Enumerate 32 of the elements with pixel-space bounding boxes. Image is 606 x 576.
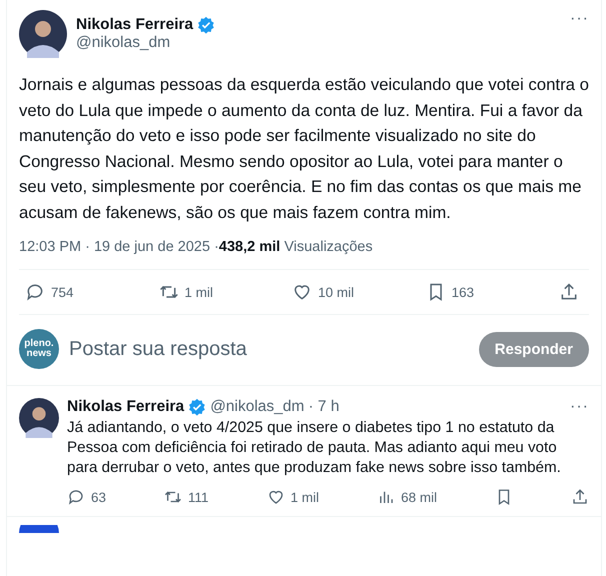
author-name[interactable]: Nikolas Ferreira bbox=[76, 16, 194, 34]
reply-icon[interactable] bbox=[67, 488, 85, 506]
action-count: 10 mil bbox=[318, 284, 354, 300]
post-timestamp[interactable]: 12:03 PM · 19 de jun de 2025 · bbox=[19, 239, 219, 255]
avatar-icon[interactable] bbox=[19, 398, 59, 438]
action-count: 754 bbox=[51, 284, 74, 300]
post-age[interactable]: · 7 h bbox=[308, 398, 340, 416]
action-count: 68 mil bbox=[400, 490, 437, 504]
reply-field[interactable]: Postar sua resposta bbox=[69, 338, 469, 360]
post-text: Jornais e algumas pessoas da esquerda estão veiculando que votei contra o veto do Lula que impede o aumento da conta de luz. Mentira. Fui a favor da manutenção do veto e isso pode ser facilmente visualizado no site do Congresso Nacional. Mesmo sendo opositor ao Lula, votei para manter o seu veto, simplesmente por coerência. E no fim das contas os que mais me acusam de fakenews, são os que mais fazem contra mim. bbox=[19, 74, 589, 224]
action-count: 163 bbox=[452, 284, 474, 300]
avatar-icon[interactable] bbox=[19, 525, 59, 533]
account-logo: pleno. news bbox=[19, 329, 59, 369]
avatar-icon[interactable] bbox=[19, 10, 67, 58]
action-count: 111 bbox=[188, 490, 209, 504]
reply-button[interactable]: Responder bbox=[478, 332, 589, 366]
action-count: 1 mil bbox=[184, 284, 214, 300]
author-name[interactable]: Nikolas Ferreira bbox=[67, 398, 184, 416]
author-handle[interactable]: @nikolas_dm bbox=[76, 34, 562, 52]
like-icon[interactable] bbox=[266, 488, 284, 506]
reply-icon[interactable] bbox=[25, 282, 45, 302]
action-count: 63 bbox=[91, 490, 106, 504]
more-options-icon[interactable]: ··· bbox=[570, 10, 589, 28]
view-count: 438,2 mil bbox=[218, 239, 280, 255]
more-options-icon[interactable]: ··· bbox=[570, 398, 589, 416]
share-icon[interactable] bbox=[559, 282, 579, 302]
author-handle[interactable]: @nikolas_dm bbox=[210, 398, 304, 416]
action-count: 1 mil bbox=[290, 490, 320, 504]
like-icon[interactable] bbox=[292, 282, 312, 302]
reply-text: Já adiantando, o veto 4/2025 que insere o diabetes tipo 1 no estatuto da Pessoa com deficiência foi retirado de pauta. Mas adianto aqui meu voto para derrubar o veto, antes que produzam fake news sobre isso também. bbox=[67, 418, 562, 478]
views-label: Visualizações bbox=[283, 239, 373, 255]
share-icon[interactable] bbox=[570, 488, 589, 506]
